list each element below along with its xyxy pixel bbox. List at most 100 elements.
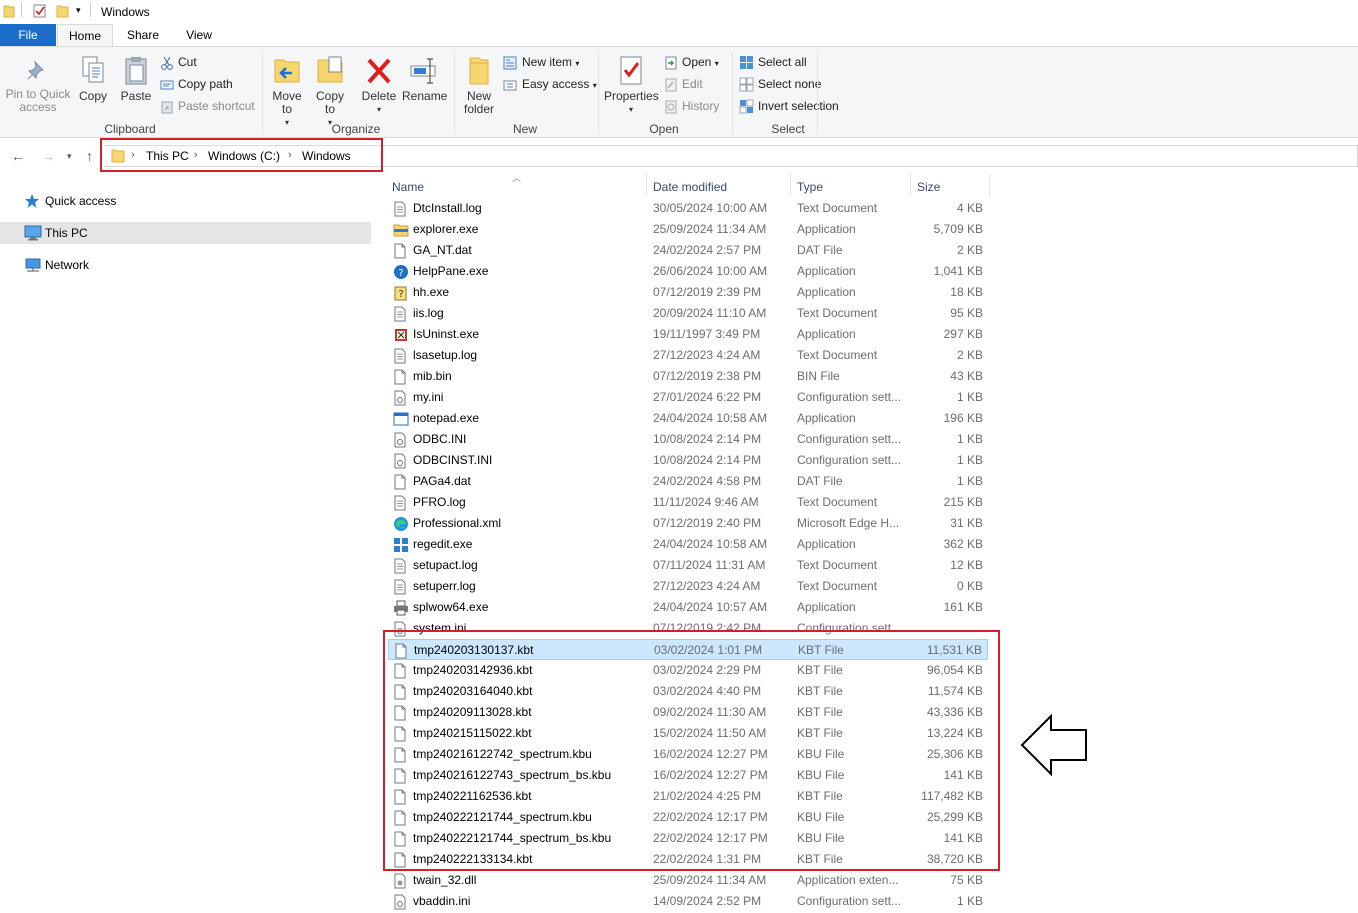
delete-button[interactable]: Delete ▾ xyxy=(361,55,397,116)
rename-button[interactable]: Rename xyxy=(402,55,447,103)
copy-to-button[interactable]: Copy to ▾ xyxy=(313,55,347,129)
file-row[interactable]: notepad.exe 24/04/2024 10:58 AM Applicatio… xyxy=(388,408,988,429)
open-button[interactable]: Open ▾ xyxy=(664,53,719,71)
nav-item-network[interactable]: Network xyxy=(0,254,372,276)
nav-item-this-pc[interactable]: This PC xyxy=(0,222,371,244)
file-row[interactable]: GA_NT.dat 24/02/2024 2:57 PM DAT File 2 KB xyxy=(388,240,988,261)
new-folder-button[interactable]: New folder xyxy=(460,55,498,116)
column-divider[interactable] xyxy=(989,174,990,196)
scissors-icon xyxy=(161,56,173,70)
column-divider[interactable] xyxy=(646,174,647,196)
file-row[interactable]: DtcInstall.log 30/05/2024 10:00 AM Text Do… xyxy=(388,198,988,219)
properties-icon xyxy=(620,56,642,85)
column-header-type[interactable]: Type xyxy=(797,180,823,198)
ribbon: Pin to Quick access Copy Paste Cut Copy … xyxy=(0,46,1358,138)
column-header-date-modified[interactable]: Date modified xyxy=(653,180,727,198)
history-button[interactable]: History xyxy=(664,97,719,115)
file-size: 75 KB xyxy=(950,873,983,887)
nav-item-quick-access[interactable]: Quick access xyxy=(0,190,372,212)
file-type: Configuration sett... xyxy=(797,453,902,467)
copy-button[interactable]: Copy xyxy=(77,55,109,103)
file-row[interactable]: lsasetup.log 27/12/2023 4:24 AM Text Docum… xyxy=(388,345,988,366)
star-icon xyxy=(25,194,39,208)
copy-to-label: Copy to xyxy=(315,89,344,116)
up-arrow-icon[interactable]: ↑ xyxy=(86,148,93,164)
file-row[interactable]: setuperr.log 27/12/2023 4:24 AM Text Docum… xyxy=(388,576,988,597)
tab-file[interactable]: File xyxy=(0,24,56,46)
title-bar: ▾ Windows xyxy=(0,0,1358,24)
file-doc-icon xyxy=(393,579,407,598)
tab-share[interactable]: Share xyxy=(116,24,170,46)
svg-text:?: ? xyxy=(398,289,403,300)
file-date-modified: 14/09/2024 2:52 PM xyxy=(653,894,762,908)
column-header-size[interactable]: Size xyxy=(917,180,940,198)
select-none-button[interactable]: Select none xyxy=(739,75,821,93)
file-name: notepad.exe xyxy=(413,411,480,425)
select-all-icon xyxy=(740,56,753,70)
file-row[interactable]: regedit.exe 24/04/2024 10:58 AM Applicatio… xyxy=(388,534,988,555)
file-blank-icon xyxy=(393,474,407,493)
easy-access-icon xyxy=(503,80,517,91)
move-to-button[interactable]: Move to ▾ xyxy=(270,55,304,129)
edit-icon xyxy=(665,78,677,92)
easy-access-button[interactable]: Easy access ▾ xyxy=(503,75,597,93)
pin-label: Pin to Quick access xyxy=(5,87,71,114)
file-row[interactable]: ODBC.INI 10/08/2024 2:14 PM Configuration … xyxy=(388,429,988,450)
group-label-select: Select xyxy=(771,122,805,136)
column-divider[interactable] xyxy=(790,174,791,196)
file-row[interactable]: setupact.log 07/11/2024 11:31 AM Text Docu… xyxy=(388,555,988,576)
file-row[interactable]: ? HelpPane.exe 26/06/2024 10:00 AM Applicat… xyxy=(388,261,988,282)
file-row[interactable]: PFRO.log 11/11/2024 9:46 AM Text Document 2… xyxy=(388,492,988,513)
file-row[interactable]: splwow64.exe 24/04/2024 10:57 AM Applicati… xyxy=(388,597,988,618)
file-size: 1 KB xyxy=(956,474,983,488)
select-all-button[interactable]: Select all xyxy=(739,53,807,71)
file-row[interactable]: my.ini 27/01/2024 6:22 PM Configuration se… xyxy=(388,387,988,408)
tab-home[interactable]: Home xyxy=(57,24,113,46)
customize-toolbar-icon[interactable]: ▾ xyxy=(76,5,81,16)
file-size: 215 KB xyxy=(943,495,983,509)
copy-icon xyxy=(82,56,104,83)
file-type: Application xyxy=(797,222,856,236)
forward-arrow-icon[interactable]: → xyxy=(41,148,55,164)
edit-button[interactable]: Edit xyxy=(664,75,703,93)
select-all-label: Select all xyxy=(758,55,807,69)
file-row[interactable]: ? hh.exe 07/12/2019 2:39 PM Application 18 K… xyxy=(388,282,988,303)
file-row[interactable]: PAGa4.dat 24/02/2024 4:58 PM DAT File 1 KB xyxy=(388,471,988,492)
cut-button[interactable]: Cut xyxy=(160,53,197,71)
paste-shortcut-button[interactable]: Paste shortcut xyxy=(160,97,255,115)
file-explorer-icon xyxy=(393,222,409,241)
properties-button[interactable]: Properties ▾ xyxy=(604,55,659,116)
properties-label: Properties xyxy=(604,89,659,103)
new-item-button[interactable]: New item ▾ xyxy=(503,53,579,71)
open-label: Open xyxy=(682,55,712,69)
file-regedit-icon xyxy=(393,537,409,556)
file-date-modified: 27/12/2023 4:24 AM xyxy=(653,579,761,593)
file-row[interactable]: ODBCINST.INI 10/08/2024 2:14 PM Configurat… xyxy=(388,450,988,471)
file-row[interactable]: explorer.exe 25/09/2024 11:34 AM Applicati… xyxy=(388,219,988,240)
paste-button[interactable]: Paste xyxy=(118,55,154,103)
column-header-name[interactable]: Name xyxy=(392,180,424,198)
copy-path-label: Copy path xyxy=(178,77,233,91)
file-row[interactable]: Professional.xml 07/12/2019 2:40 PM Micros… xyxy=(388,513,988,534)
new-folder-quick-icon[interactable] xyxy=(56,4,70,18)
column-divider[interactable] xyxy=(910,174,911,196)
invert-selection-button[interactable]: Invert selection xyxy=(739,97,839,115)
copy-path-button[interactable]: Copy path xyxy=(160,75,233,93)
file-doc-icon xyxy=(393,306,407,325)
file-row[interactable]: vbaddin.ini 14/09/2024 2:52 PM Configurati… xyxy=(388,891,988,912)
nav-label: Network xyxy=(45,258,90,272)
move-to-label: Move to xyxy=(272,89,302,116)
file-row[interactable]: iis.log 20/09/2024 11:10 AM Text Document 9… xyxy=(388,303,988,324)
file-date-modified: 24/04/2024 10:57 AM xyxy=(653,600,768,614)
recent-locations-chevron-icon[interactable]: ▾ xyxy=(67,151,72,162)
paste-icon xyxy=(125,57,147,85)
file-doc-icon xyxy=(393,558,407,577)
properties-quick-icon[interactable] xyxy=(33,4,47,18)
tab-view[interactable]: View xyxy=(172,24,226,46)
file-row[interactable]: IsUninst.exe 19/11/1997 3:49 PM Applicatio… xyxy=(388,324,988,345)
file-row[interactable]: twain_32.dll 25/09/2024 11:34 AM Applicati… xyxy=(388,870,988,891)
file-row[interactable]: mib.bin 07/12/2019 2:38 PM BIN File 43 KB xyxy=(388,366,988,387)
file-date-modified: 10/08/2024 2:14 PM xyxy=(653,453,762,467)
pin-to-quick-access-button[interactable]: Pin to Quick access xyxy=(5,59,71,114)
back-arrow-icon[interactable]: ← xyxy=(11,148,25,164)
